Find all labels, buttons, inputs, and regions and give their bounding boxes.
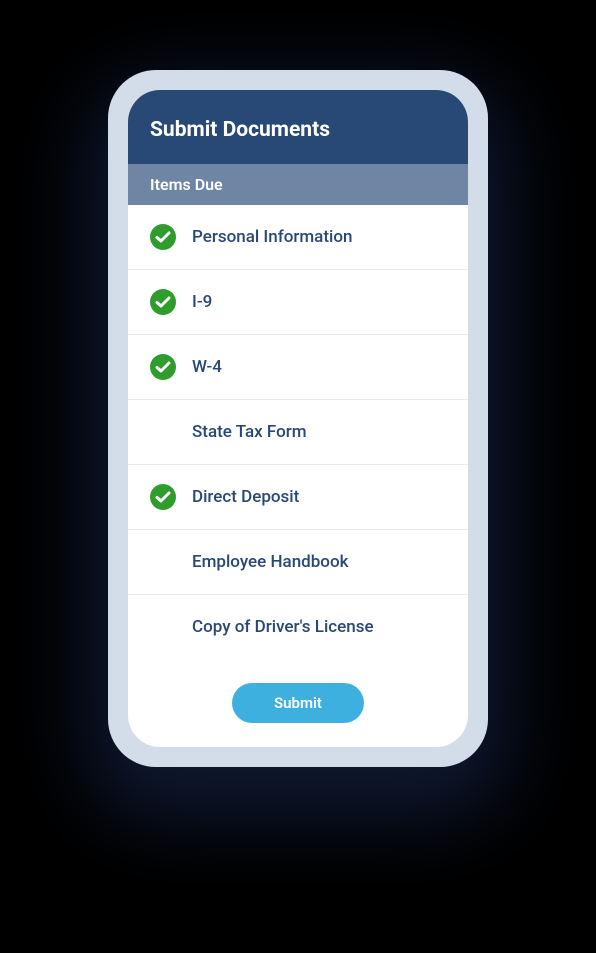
- list-item[interactable]: Direct Deposit: [128, 465, 468, 530]
- item-label: Copy of Driver's License: [192, 617, 374, 637]
- list-item[interactable]: Copy of Driver's License: [128, 595, 468, 659]
- list-item[interactable]: Employee Handbook: [128, 530, 468, 595]
- phone-screen: Submit Documents Items Due Personal Info…: [128, 90, 468, 747]
- subheader: Items Due: [128, 164, 468, 205]
- check-icon: [150, 484, 176, 510]
- items-list: Personal Information I-9: [128, 205, 468, 659]
- item-label: Employee Handbook: [192, 552, 348, 572]
- item-label: Personal Information: [192, 227, 352, 247]
- list-item[interactable]: Personal Information: [128, 205, 468, 270]
- check-icon: [150, 289, 176, 315]
- check-spacer: [150, 419, 176, 445]
- item-label: Direct Deposit: [192, 487, 299, 507]
- section-title: Items Due: [150, 175, 446, 194]
- item-label: I-9: [192, 292, 212, 312]
- item-label: W-4: [192, 357, 222, 377]
- check-spacer: [150, 614, 176, 640]
- item-label: State Tax Form: [192, 422, 307, 442]
- page-title: Submit Documents: [150, 118, 446, 142]
- check-icon: [150, 354, 176, 380]
- list-item[interactable]: I-9: [128, 270, 468, 335]
- check-spacer: [150, 549, 176, 575]
- submit-button[interactable]: Submit: [232, 683, 364, 723]
- check-icon: [150, 224, 176, 250]
- list-item[interactable]: State Tax Form: [128, 400, 468, 465]
- submit-wrapper: Submit: [128, 659, 468, 747]
- header: Submit Documents: [128, 90, 468, 164]
- list-item[interactable]: W-4: [128, 335, 468, 400]
- phone-frame: Submit Documents Items Due Personal Info…: [108, 70, 488, 767]
